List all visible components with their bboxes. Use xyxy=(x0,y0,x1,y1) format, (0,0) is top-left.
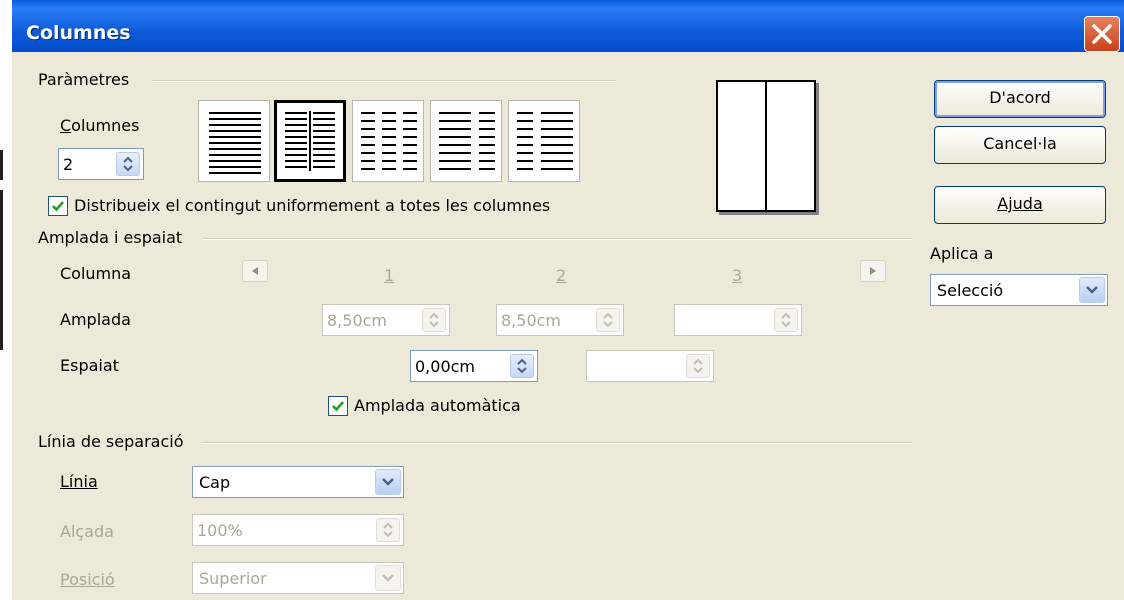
columns-label: Columnes xyxy=(60,116,140,135)
width-col1-value: 8,50cm xyxy=(327,311,388,330)
line-value: Cap xyxy=(199,473,231,492)
position-dropdown-button[interactable] xyxy=(375,565,401,591)
checkmark-icon xyxy=(332,401,344,412)
separator-divider xyxy=(202,442,912,444)
columns-spinner[interactable]: 2 xyxy=(58,148,144,180)
width-col2-value: 8,50cm xyxy=(501,311,562,330)
settings-group-label: Paràmetres xyxy=(38,70,130,89)
three-columns-icon xyxy=(361,112,417,170)
height-value: 100% xyxy=(197,521,243,540)
separator-group-label: Línia de separació xyxy=(38,432,184,451)
spacing-label: Espaiat xyxy=(60,356,119,375)
ok-button[interactable]: D'acord xyxy=(934,80,1106,118)
spin-updown-icon xyxy=(123,156,133,172)
line-dropdown-button[interactable] xyxy=(375,469,401,495)
chevron-down-icon xyxy=(382,478,394,486)
columns-dialog: Columnes Paràmetres Columnes 2 Distribue… xyxy=(12,0,1124,600)
checkmark-icon xyxy=(52,201,64,212)
columns-value: 2 xyxy=(63,155,74,174)
two-columns-icon xyxy=(285,111,335,171)
distribute-checkbox[interactable] xyxy=(48,196,68,216)
width-spacing-divider xyxy=(202,238,912,240)
width-col3-arrows[interactable] xyxy=(774,308,798,332)
close-icon xyxy=(1092,24,1112,44)
apply-to-select[interactable]: Selecció xyxy=(930,274,1108,306)
position-select[interactable]: Superior xyxy=(192,562,404,594)
line-label: Línia xyxy=(60,472,98,491)
two-columns-left-wide-icon xyxy=(439,112,495,170)
columns-scroll-left[interactable] xyxy=(242,260,268,282)
chevron-down-icon xyxy=(382,574,394,582)
spacing-col1-spinner[interactable]: 0,00cm xyxy=(410,350,538,382)
width-col2-arrows[interactable] xyxy=(596,308,620,332)
spacing-col1-value: 0,00cm xyxy=(415,357,476,376)
height-arrows[interactable] xyxy=(376,518,400,542)
position-value: Superior xyxy=(199,569,267,588)
one-column-icon xyxy=(209,112,261,174)
preset-two-columns[interactable] xyxy=(274,100,346,182)
width-col1-spinner[interactable]: 8,50cm xyxy=(322,304,450,336)
preview-column-divider xyxy=(765,82,767,210)
spacing-col2-arrows[interactable] xyxy=(686,354,710,378)
apply-to-label: Aplica a xyxy=(930,244,994,263)
height-spinner[interactable]: 100% xyxy=(192,514,404,546)
close-button[interactable] xyxy=(1084,16,1120,52)
spin-updown-icon xyxy=(429,312,439,328)
width-col1-arrows[interactable] xyxy=(422,308,446,332)
column-preview xyxy=(716,80,816,212)
columns-scroll-right[interactable] xyxy=(860,260,886,282)
columns-spin-arrows[interactable] xyxy=(116,152,140,176)
width-label: Amplada xyxy=(60,310,131,329)
dialog-body: Paràmetres Columnes 2 Distribueix el con… xyxy=(12,52,1124,600)
spacing-col2-spinner[interactable] xyxy=(586,350,714,382)
arrow-left-icon xyxy=(252,267,258,275)
window-title: Columnes xyxy=(26,22,131,44)
background-app-edge xyxy=(0,0,12,600)
preset-two-columns-left-wide[interactable] xyxy=(430,100,502,182)
chevron-down-icon xyxy=(1086,286,1098,294)
column-number-2: 2 xyxy=(556,266,567,285)
spin-updown-icon xyxy=(603,312,613,328)
spin-updown-icon xyxy=(693,358,703,374)
help-button[interactable]: Ajuda xyxy=(934,186,1106,224)
spin-updown-icon xyxy=(517,358,527,374)
line-select[interactable]: Cap xyxy=(192,466,404,498)
preset-two-columns-right-wide[interactable] xyxy=(508,100,580,182)
preset-one-column[interactable] xyxy=(198,100,270,182)
preset-three-columns[interactable] xyxy=(352,100,424,182)
width-col2-spinner[interactable]: 8,50cm xyxy=(496,304,624,336)
width-spacing-group-label: Amplada i espaiat xyxy=(38,228,183,247)
column-number-1: 1 xyxy=(384,266,395,285)
settings-divider xyxy=(152,80,616,82)
spin-updown-icon xyxy=(781,312,791,328)
auto-width-checkbox[interactable] xyxy=(328,396,348,416)
column-number-3: 3 xyxy=(732,266,743,285)
arrow-right-icon xyxy=(870,267,876,275)
position-label: Posició xyxy=(60,570,115,589)
cancel-button[interactable]: Cancel·la xyxy=(934,126,1106,164)
distribute-label[interactable]: Distribueix el contingut uniformement a … xyxy=(74,196,550,215)
apply-to-dropdown-button[interactable] xyxy=(1079,277,1105,303)
width-col3-spinner[interactable] xyxy=(674,304,802,336)
auto-width-label[interactable]: Amplada automàtica xyxy=(354,396,521,415)
height-label: Alçada xyxy=(60,522,114,541)
spacing-col1-arrows[interactable] xyxy=(510,354,534,378)
apply-to-value: Selecció xyxy=(937,281,1004,300)
column-label: Columna xyxy=(60,264,132,283)
two-columns-right-wide-icon xyxy=(517,112,573,170)
spin-updown-icon xyxy=(383,522,393,538)
